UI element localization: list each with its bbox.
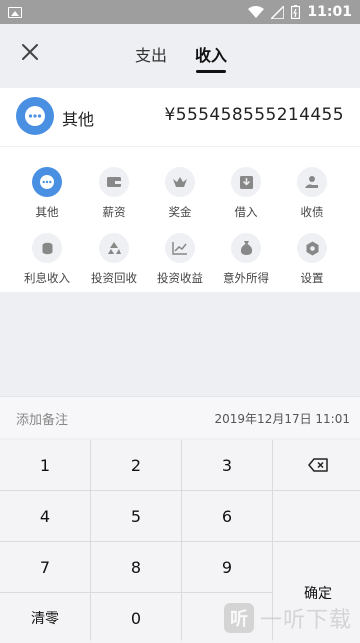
category-label: 投资回收 [91,270,137,286]
category-interest[interactable]: 利息收入 [13,233,81,286]
category-investment-income[interactable]: 投资收益 [146,233,214,286]
selected-category-name: 其他 [62,106,94,130]
key-7[interactable]: 7 [0,542,90,592]
note-row: 添加备注 2019年12月17日 11:01 [0,396,360,438]
wifi-icon [248,6,264,19]
close-icon [21,43,39,61]
category-borrow[interactable]: 借入 [212,167,280,220]
selected-category-icon [16,97,54,135]
hand-coin-icon [297,167,327,197]
more-icon [24,105,46,127]
backspace-icon [308,458,328,472]
category-grid: 其他 薪资 奖金 借入 收债 利息收入 投资回收 [0,146,360,292]
gear-icon [297,233,327,263]
watermark-text: 一听下载 [260,602,352,634]
key-8[interactable]: 8 [91,542,181,592]
bonus-icon [165,167,195,197]
key-blank [273,491,360,541]
more-icon [32,167,62,197]
battery-icon [291,5,300,19]
category-label: 设置 [301,270,324,286]
close-button[interactable] [18,40,42,64]
clear-button[interactable]: 清零 [0,593,90,643]
tab-expense[interactable]: 支出 [135,42,167,66]
signal-icon [271,6,284,19]
image-notification-icon [8,7,22,18]
key-4[interactable]: 4 [0,491,90,541]
key-0[interactable]: 0 [91,593,181,643]
category-settings[interactable]: 设置 [278,233,346,286]
key-3[interactable]: 3 [182,440,272,490]
recycle-icon [99,233,129,263]
clock: 11:01 [307,4,352,20]
category-label: 意外所得 [223,270,269,286]
category-bonus[interactable]: 奖金 [146,167,214,220]
backspace-button[interactable] [273,440,360,490]
amount-display: ¥555458555214455 [165,105,344,125]
watermark: 听 一听下载 [224,602,352,634]
key-6[interactable]: 6 [182,491,272,541]
tab-income[interactable]: 收入 [195,42,227,66]
status-bar: 11:01 [0,0,360,24]
category-investment-return[interactable]: 投资回收 [80,233,148,286]
category-label: 收债 [301,204,324,220]
category-label: 其他 [36,204,59,220]
key-5[interactable]: 5 [91,491,181,541]
date-picker[interactable]: 2019年12月17日 11:01 [215,410,350,427]
category-collect-debt[interactable]: 收债 [278,167,346,220]
note-input[interactable]: 添加备注 [16,409,68,428]
key-9[interactable]: 9 [182,542,272,592]
category-label: 借入 [235,204,258,220]
inbox-icon [231,167,261,197]
category-label: 利息收入 [24,270,70,286]
amount-row: 其他 ¥555458555214455 [0,88,360,146]
coins-icon [32,233,62,263]
category-label: 投资收益 [157,270,203,286]
category-other[interactable]: 其他 [13,167,81,220]
category-label: 薪资 [103,204,126,220]
category-label: 奖金 [169,204,192,220]
category-windfall[interactable]: 意外所得 [212,233,280,286]
key-2[interactable]: 2 [91,440,181,490]
chart-icon [165,233,195,263]
active-tab-indicator [196,70,226,73]
category-salary[interactable]: 薪资 [80,167,148,220]
money-bag-icon [231,233,261,263]
wallet-icon [99,167,129,197]
key-1[interactable]: 1 [0,440,90,490]
header: 支出 收入 [0,24,360,80]
watermark-logo-icon: 听 [224,603,254,633]
